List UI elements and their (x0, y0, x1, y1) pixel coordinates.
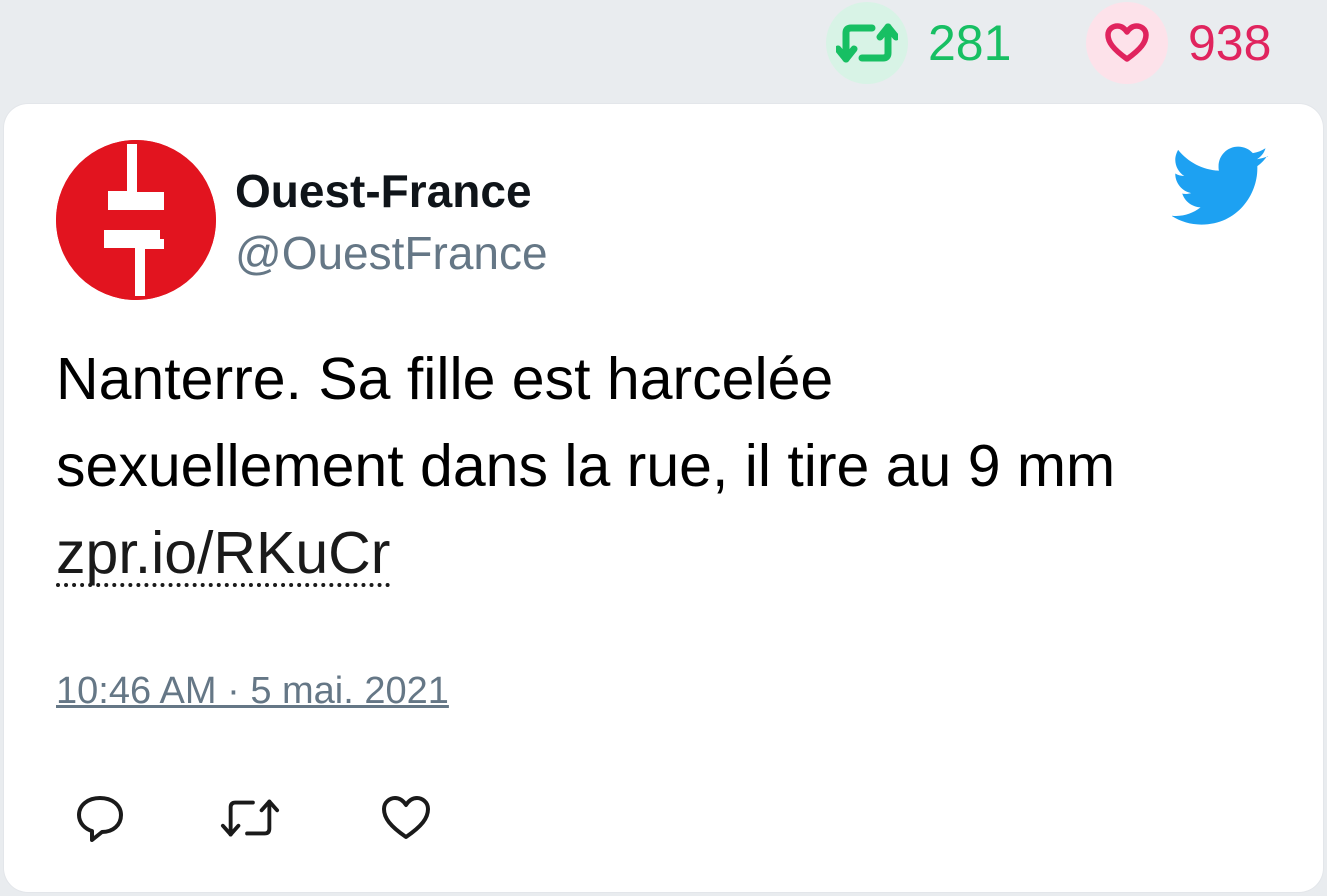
twitter-bird-icon[interactable] (1171, 146, 1270, 228)
like-stat-circle (1086, 2, 1168, 84)
tweet-text-line: sexuellement dans la rue, il tire au 9 m… (56, 433, 1116, 499)
like-count: 938 (1188, 15, 1272, 71)
tweet-timestamp[interactable]: 10:46 AM · 5 mai. 2021 (56, 672, 449, 710)
retweet-icon (836, 23, 898, 63)
ouest-france-logo-icon (56, 140, 216, 300)
retweet-icon (220, 799, 280, 837)
like-stat[interactable]: 938 (1086, 2, 1271, 84)
reply-icon (77, 796, 123, 842)
retweet-count: 281 (928, 15, 1012, 71)
retweet-stat-circle (826, 2, 908, 84)
tweet-text: Nanterre. Sa fille est harcelée sexuelle… (56, 336, 1296, 597)
heart-icon (382, 796, 430, 839)
tweet-link-line: zpr.io/RKuCr (56, 510, 1296, 597)
author-name[interactable]: Ouest-France (235, 168, 532, 214)
tweet-stats-bar: 281 938 (0, 0, 1327, 100)
retweet-button[interactable] (220, 788, 280, 848)
avatar[interactable] (56, 140, 216, 300)
author-handle[interactable]: @OuestFrance (235, 230, 548, 276)
like-button[interactable] (376, 788, 436, 848)
retweet-stat[interactable]: 281 (826, 2, 1011, 84)
tweet-text-line: Nanterre. Sa fille est harcelée (56, 346, 834, 412)
heart-icon (1105, 23, 1149, 62)
tweet-card: Ouest-France @OuestFrance Nanterre. Sa f… (4, 104, 1323, 892)
reply-button[interactable] (70, 788, 130, 848)
tweet-link[interactable]: zpr.io/RKuCr (56, 524, 391, 587)
